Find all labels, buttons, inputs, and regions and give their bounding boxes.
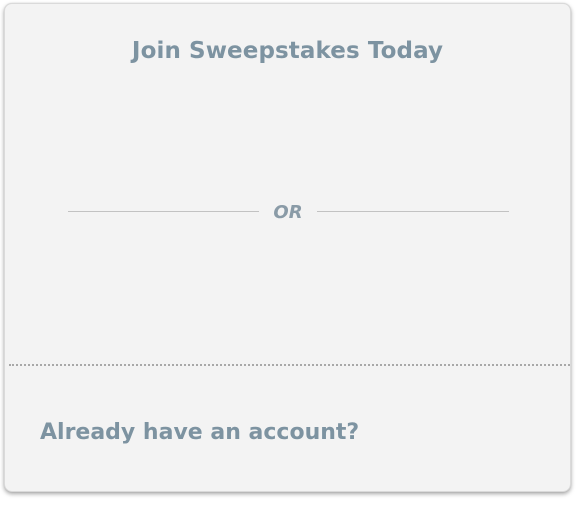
- or-separator-text: OR: [273, 202, 303, 223]
- or-separator: OR: [68, 200, 509, 224]
- or-separator-right-line: [317, 211, 509, 212]
- card-title: Join Sweepstakes Today: [131, 38, 444, 64]
- or-separator-left-line: [68, 211, 259, 212]
- already-have-account-link[interactable]: Already have an account?: [40, 420, 359, 445]
- signup-card: Join Sweepstakes Today OR Already have a…: [4, 3, 571, 492]
- dotted-divider: [9, 364, 570, 366]
